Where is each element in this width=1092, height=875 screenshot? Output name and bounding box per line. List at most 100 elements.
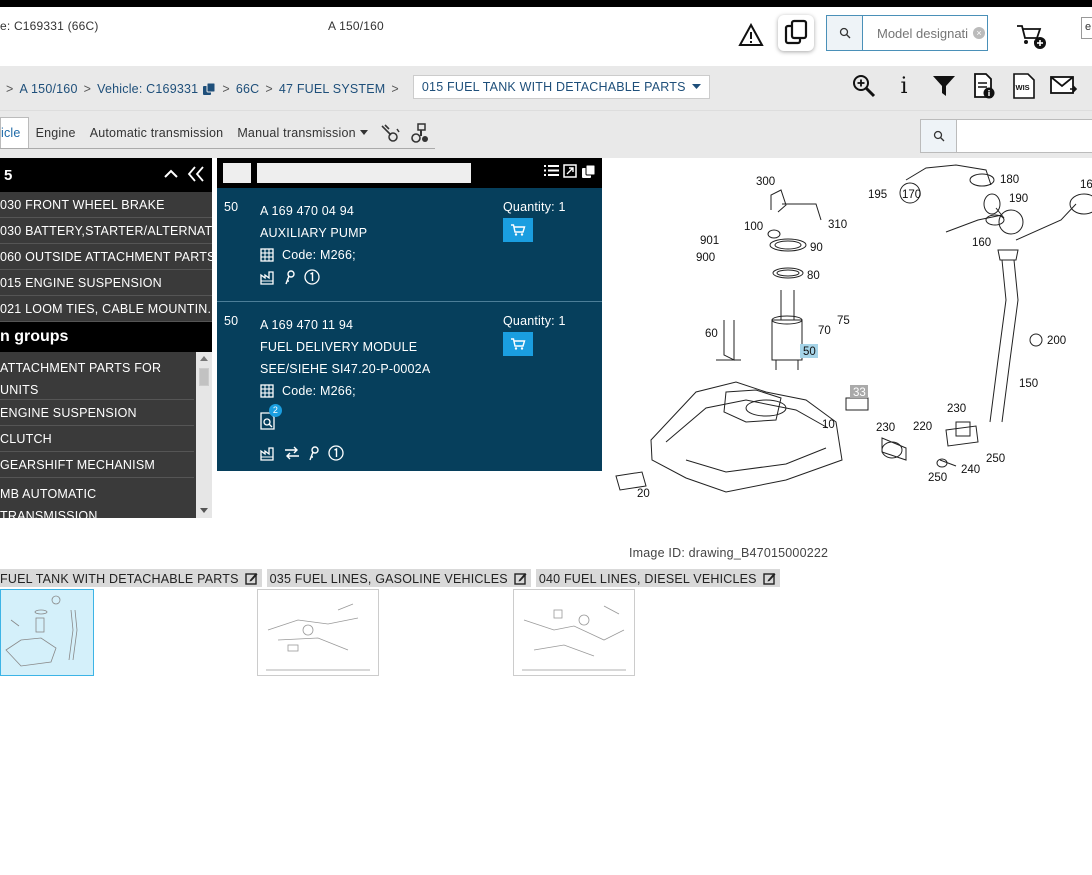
- nav-item[interactable]: 030 FRONT WHEEL BRAKE: [0, 192, 212, 218]
- drawing-tab[interactable]: 040 FUEL LINES, DIESEL VEHICLES: [535, 569, 780, 587]
- column-filter-part[interactable]: [257, 163, 471, 183]
- callout-70[interactable]: 70: [818, 325, 831, 337]
- collapse-up-icon[interactable]: [162, 165, 180, 187]
- tab-engine[interactable]: Engine: [29, 117, 83, 148]
- document-search-icon[interactable]: 2: [260, 403, 282, 437]
- swap-icon[interactable]: [284, 446, 300, 460]
- callout-200[interactable]: 200: [1047, 335, 1066, 347]
- collapse-left-icon[interactable]: [186, 165, 206, 187]
- scrollbar[interactable]: [196, 352, 212, 518]
- part-search-input[interactable]: [957, 120, 1087, 152]
- edit-icon[interactable]: [244, 572, 258, 585]
- filter-icon[interactable]: [930, 72, 958, 100]
- edit-icon[interactable]: [763, 572, 776, 585]
- warning-icon[interactable]: [737, 21, 765, 49]
- navigation-panel: 5 030 FRONT WHEEL BRAKE 030 BATTERY,STAR…: [0, 158, 212, 518]
- callout-180[interactable]: 180: [1000, 174, 1019, 186]
- callout-240[interactable]: 240: [961, 464, 980, 476]
- copy-vehicle-icon[interactable]: [202, 82, 216, 96]
- model-designation-input[interactable]: [863, 16, 973, 50]
- wis-icon[interactable]: WIS: [1010, 72, 1038, 100]
- breadcrumb-group[interactable]: 47 FUEL SYSTEM: [279, 82, 386, 96]
- callout-75[interactable]: 75: [837, 315, 850, 327]
- tab-manual-transmission[interactable]: Manual transmission: [230, 117, 374, 148]
- callout-160[interactable]: 160: [972, 237, 991, 249]
- group-item[interactable]: MB AUTOMATIC TRANSMISSION: [0, 478, 194, 518]
- copy-list-icon[interactable]: [581, 164, 596, 182]
- cart-add-icon[interactable]: [1014, 21, 1048, 51]
- callout-250[interactable]: 250: [928, 472, 947, 484]
- parts-drawing[interactable]: 300 195 170 180 190 16 100 310 901 90 90…: [606, 160, 1092, 505]
- list-view-icon[interactable]: [544, 164, 559, 182]
- nav-item[interactable]: 060 OUTSIDE ATTACHMENT PARTS: [0, 244, 212, 270]
- callout-310[interactable]: 310: [828, 219, 847, 231]
- drawing-tab[interactable]: FUEL TANK WITH DETACHABLE PARTS: [0, 569, 262, 587]
- factory-icon[interactable]: [260, 270, 276, 285]
- callout-10[interactable]: 10: [822, 419, 835, 431]
- image-id: Image ID: drawing_B47015000222: [629, 546, 829, 560]
- search-icon[interactable]: [921, 120, 957, 152]
- callout-100[interactable]: 100: [744, 221, 763, 233]
- language-selector[interactable]: e: [1081, 17, 1092, 39]
- nav-item[interactable]: 021 LOOM TIES, CABLE MOUNTIN...: [0, 296, 212, 322]
- breadcrumb-separator: >: [391, 82, 399, 96]
- info-icon[interactable]: i: [890, 72, 918, 100]
- drawing-thumbnail[interactable]: [0, 589, 94, 676]
- callout-190[interactable]: 190: [1009, 193, 1028, 205]
- callout-33[interactable]: 33: [853, 387, 866, 399]
- subgroup-dropdown[interactable]: 015 FUEL TANK WITH DETACHABLE PARTS: [412, 75, 710, 99]
- column-filter-pos[interactable]: [223, 163, 251, 183]
- callout-50[interactable]: 50: [803, 346, 816, 358]
- part-note: SEE/SIEHE SI47.20-P-0002A: [260, 362, 431, 376]
- add-to-cart-button[interactable]: [503, 218, 533, 242]
- callout-16[interactable]: 16: [1080, 179, 1092, 191]
- callout-220[interactable]: 220: [913, 421, 932, 433]
- callout-20[interactable]: 20: [637, 488, 650, 500]
- callout-901[interactable]: 901: [700, 235, 719, 247]
- number-one-icon[interactable]: [328, 445, 344, 461]
- drawing-thumbnail[interactable]: [257, 589, 379, 676]
- group-item[interactable]: ATTACHMENT PARTS FOR UNITS: [0, 352, 194, 400]
- edit-icon[interactable]: [514, 572, 527, 585]
- tab-automatic-transmission[interactable]: Automatic transmission: [83, 117, 231, 148]
- callout-300[interactable]: 300: [756, 176, 775, 188]
- nav-item[interactable]: 015 ENGINE SUSPENSION: [0, 270, 212, 296]
- drawing-tab-label: 035 FUEL LINES, GASOLINE VEHICLES: [269, 571, 508, 586]
- part-row[interactable]: 50 A 169 470 04 94 AUXILIARY PUMP Code: …: [217, 188, 602, 302]
- breadcrumb-vehicle[interactable]: Vehicle: C169331: [97, 82, 198, 96]
- callout-170[interactable]: 170: [902, 189, 921, 201]
- part-row[interactable]: 50 A 169 470 11 94 FUEL DELIVERY MODULE …: [217, 302, 602, 470]
- drawing-tab[interactable]: 035 FUEL LINES, GASOLINE VEHICLES: [266, 569, 531, 587]
- paint-tool-icon[interactable]: [375, 117, 405, 148]
- callout-90[interactable]: 90: [810, 242, 823, 254]
- clear-icon[interactable]: ×: [973, 27, 985, 39]
- callout-80[interactable]: 80: [807, 270, 820, 282]
- callout-900[interactable]: 900: [696, 252, 715, 264]
- callout-250[interactable]: 250: [986, 453, 1005, 465]
- add-to-cart-button[interactable]: [503, 332, 533, 356]
- callout-230[interactable]: 230: [947, 403, 966, 415]
- copy-icon[interactable]: [778, 15, 814, 51]
- callout-150[interactable]: 150: [1019, 378, 1038, 390]
- expand-icon[interactable]: [563, 164, 577, 182]
- key-icon[interactable]: [284, 269, 296, 285]
- callout-60[interactable]: 60: [705, 328, 718, 340]
- document-info-icon[interactable]: [970, 72, 998, 100]
- group-item[interactable]: CLUTCH: [0, 426, 194, 452]
- factory-icon[interactable]: [260, 446, 276, 461]
- tools-icon[interactable]: [405, 117, 435, 148]
- group-item[interactable]: GEARSHIFT MECHANISM: [0, 452, 194, 478]
- breadcrumb-model[interactable]: A 150/160: [20, 82, 78, 96]
- zoom-in-icon[interactable]: [850, 72, 878, 100]
- mail-icon[interactable]: [1050, 72, 1078, 100]
- callout-230[interactable]: 230: [876, 422, 895, 434]
- search-icon[interactable]: [827, 16, 863, 50]
- callout-195[interactable]: 195: [868, 189, 887, 201]
- key-icon[interactable]: [308, 445, 320, 461]
- number-one-icon[interactable]: [304, 269, 320, 285]
- breadcrumb-engine[interactable]: 66C: [236, 82, 260, 96]
- drawing-thumbnail[interactable]: [513, 589, 635, 676]
- tab-vehicle[interactable]: icle: [0, 117, 29, 148]
- group-item[interactable]: ENGINE SUSPENSION: [0, 400, 194, 426]
- nav-item[interactable]: 030 BATTERY,STARTER/ALTERNAT...: [0, 218, 212, 244]
